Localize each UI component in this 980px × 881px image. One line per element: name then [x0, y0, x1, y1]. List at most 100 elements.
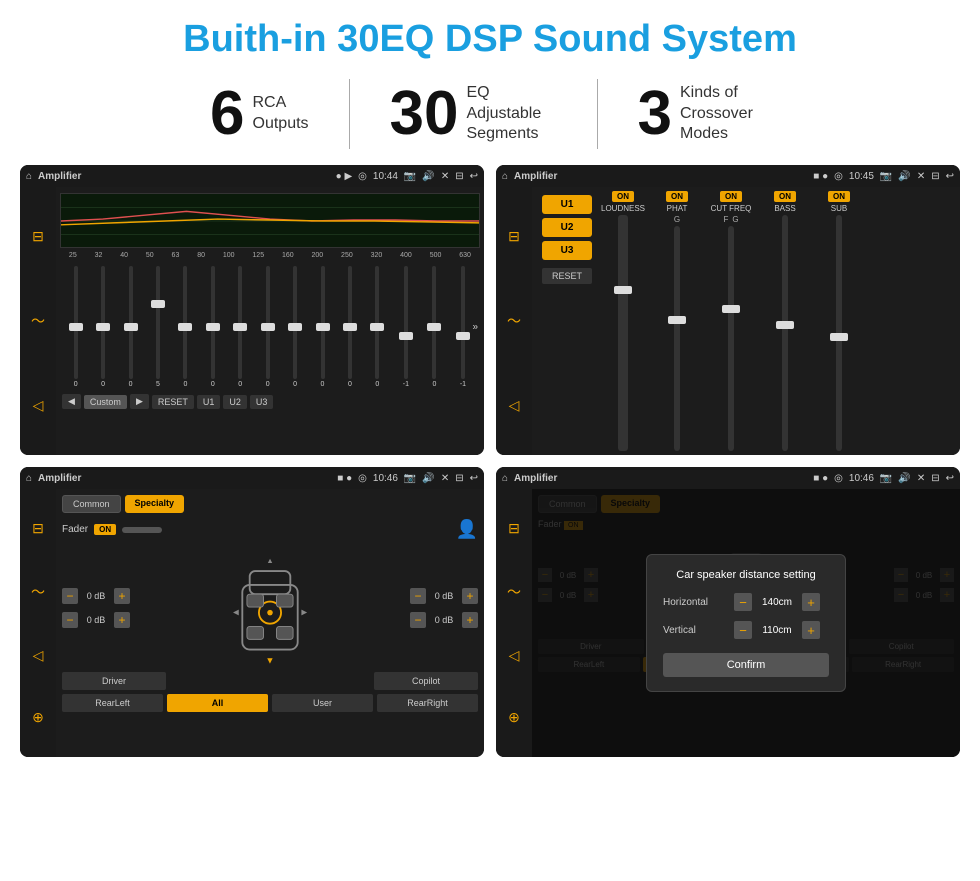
eq-thumb-6[interactable]: [233, 323, 247, 331]
eq-thumb-4[interactable]: [178, 323, 192, 331]
tab-specialty-3[interactable]: Specialty: [125, 495, 185, 513]
eq-track-11[interactable]: [375, 266, 379, 379]
bass-slider[interactable]: [782, 215, 788, 451]
eq-thumb-12[interactable]: [399, 332, 413, 340]
eq-track-6[interactable]: [238, 266, 242, 379]
home-icon-3[interactable]: ⌂: [26, 473, 32, 484]
wave-icon-4[interactable]: 〜: [507, 582, 521, 602]
amp-preset-u1[interactable]: U1: [542, 195, 592, 214]
fader-slider[interactable]: [122, 527, 162, 533]
eq-icon-3[interactable]: ⊟: [32, 520, 44, 537]
db-plus-fl[interactable]: +: [114, 588, 130, 604]
screen3-sidebar: ⊟ 〜 ◁ ⊕: [20, 489, 56, 757]
expand-icon-3[interactable]: ⊕: [32, 709, 44, 726]
horizontal-plus-btn[interactable]: +: [802, 593, 820, 611]
eq-thumb-3[interactable]: [151, 300, 165, 308]
back-icon[interactable]: ↩: [470, 171, 478, 182]
eq-track-8[interactable]: [293, 266, 297, 379]
eq-track-7[interactable]: [266, 266, 270, 379]
amp-reset-btn[interactable]: RESET: [542, 268, 592, 284]
eq-track-1[interactable]: [101, 266, 105, 379]
eq-reset-btn[interactable]: RESET: [152, 395, 194, 409]
eq-prev-btn[interactable]: ◀: [62, 394, 81, 409]
db-minus-rr[interactable]: −: [410, 612, 426, 628]
back-icon-4[interactable]: ↩: [946, 473, 954, 484]
eq-icon[interactable]: ⊟: [32, 228, 44, 245]
speaker-icon-4[interactable]: ◁: [509, 647, 520, 664]
home-icon-4[interactable]: ⌂: [502, 473, 508, 484]
eq-track-9[interactable]: [321, 266, 325, 379]
eq-u2-btn[interactable]: U2: [223, 395, 247, 409]
eq-track-0[interactable]: [74, 266, 78, 379]
eq-thumb-9[interactable]: [316, 323, 330, 331]
sp-driver-btn[interactable]: Driver: [62, 672, 166, 690]
eq-track-2[interactable]: [129, 266, 133, 379]
loudness-slider[interactable]: [618, 215, 628, 451]
back-icon-3[interactable]: ↩: [470, 473, 478, 484]
tab-common-3[interactable]: Common: [62, 495, 121, 513]
sp-user-btn[interactable]: User: [272, 694, 373, 712]
horizontal-minus-btn[interactable]: −: [734, 593, 752, 611]
speaker-icon-3[interactable]: ◁: [33, 647, 44, 664]
cutfreq-thumb1[interactable]: [722, 305, 740, 313]
home-icon[interactable]: ⌂: [26, 171, 32, 182]
vertical-plus-btn[interactable]: +: [802, 621, 820, 639]
speaker-icon-2[interactable]: ◁: [509, 397, 520, 414]
eq-track-14[interactable]: [461, 266, 465, 379]
eq-track-3[interactable]: [156, 266, 160, 379]
eq-thumb-10[interactable]: [343, 323, 357, 331]
back-icon-2[interactable]: ↩: [946, 171, 954, 182]
eq-thumb-2[interactable]: [124, 323, 138, 331]
sp-rearleft-btn[interactable]: RearLeft: [62, 694, 163, 712]
db-plus-rl[interactable]: +: [114, 612, 130, 628]
eq-custom-btn[interactable]: Custom: [84, 395, 127, 409]
loudness-thumb[interactable]: [614, 286, 632, 294]
eq-u1-btn[interactable]: U1: [197, 395, 221, 409]
vertical-minus-btn[interactable]: −: [734, 621, 752, 639]
bass-thumb[interactable]: [776, 321, 794, 329]
amp-preset-u2[interactable]: U2: [542, 218, 592, 237]
speaker-icon[interactable]: ◁: [33, 397, 44, 414]
eq-icon-2[interactable]: ⊟: [508, 228, 520, 245]
sub-thumb[interactable]: [830, 333, 848, 341]
location-icon-3: ◎: [358, 473, 367, 484]
eq-track-4[interactable]: [183, 266, 187, 379]
db-minus-fl[interactable]: −: [62, 588, 78, 604]
eq-track-12[interactable]: [404, 266, 408, 379]
amp-preset-u3[interactable]: U3: [542, 241, 592, 260]
phat-slider[interactable]: [674, 226, 680, 451]
sub-slider[interactable]: [836, 215, 842, 451]
wave-icon-3[interactable]: 〜: [31, 582, 45, 602]
wave-icon[interactable]: 〜: [31, 311, 45, 331]
eq-thumb-11[interactable]: [370, 323, 384, 331]
eq-thumb-0[interactable]: [69, 323, 83, 331]
expand-icon-4[interactable]: ⊕: [508, 709, 520, 726]
home-icon-2[interactable]: ⌂: [502, 171, 508, 182]
db-plus-rr[interactable]: +: [462, 612, 478, 628]
eq-track-5[interactable]: [211, 266, 215, 379]
eq-play-btn[interactable]: ▶: [130, 394, 149, 409]
sp-copilot-btn[interactable]: Copilot: [374, 672, 478, 690]
db-minus-fr[interactable]: −: [410, 588, 426, 604]
sp-rearright-btn[interactable]: RearRight: [377, 694, 478, 712]
eq-thumb-7[interactable]: [261, 323, 275, 331]
eq-track-10[interactable]: [348, 266, 352, 379]
eq-track-13[interactable]: [432, 266, 436, 379]
cutfreq-slider1[interactable]: [728, 226, 734, 451]
eq-thumb-5[interactable]: [206, 323, 220, 331]
eq-main: 253240506380100125160200250320400500630 …: [56, 187, 484, 455]
eq-icon-4[interactable]: ⊟: [508, 520, 520, 537]
eq-val-5: 0: [211, 381, 215, 388]
wave-icon-2[interactable]: 〜: [507, 311, 521, 331]
db-minus-rl[interactable]: −: [62, 612, 78, 628]
eq-bottom-bar: ◀ Custom ▶ RESET U1 U2 U3: [60, 392, 480, 411]
eq-u3-btn[interactable]: U3: [250, 395, 274, 409]
phat-thumb[interactable]: [668, 316, 686, 324]
sp-all-btn[interactable]: All: [167, 694, 268, 712]
eq-thumb-13[interactable]: [427, 323, 441, 331]
eq-thumb-14[interactable]: [456, 332, 470, 340]
db-plus-fr[interactable]: +: [462, 588, 478, 604]
eq-thumb-1[interactable]: [96, 323, 110, 331]
confirm-button[interactable]: Confirm: [663, 653, 829, 677]
eq-thumb-8[interactable]: [288, 323, 302, 331]
